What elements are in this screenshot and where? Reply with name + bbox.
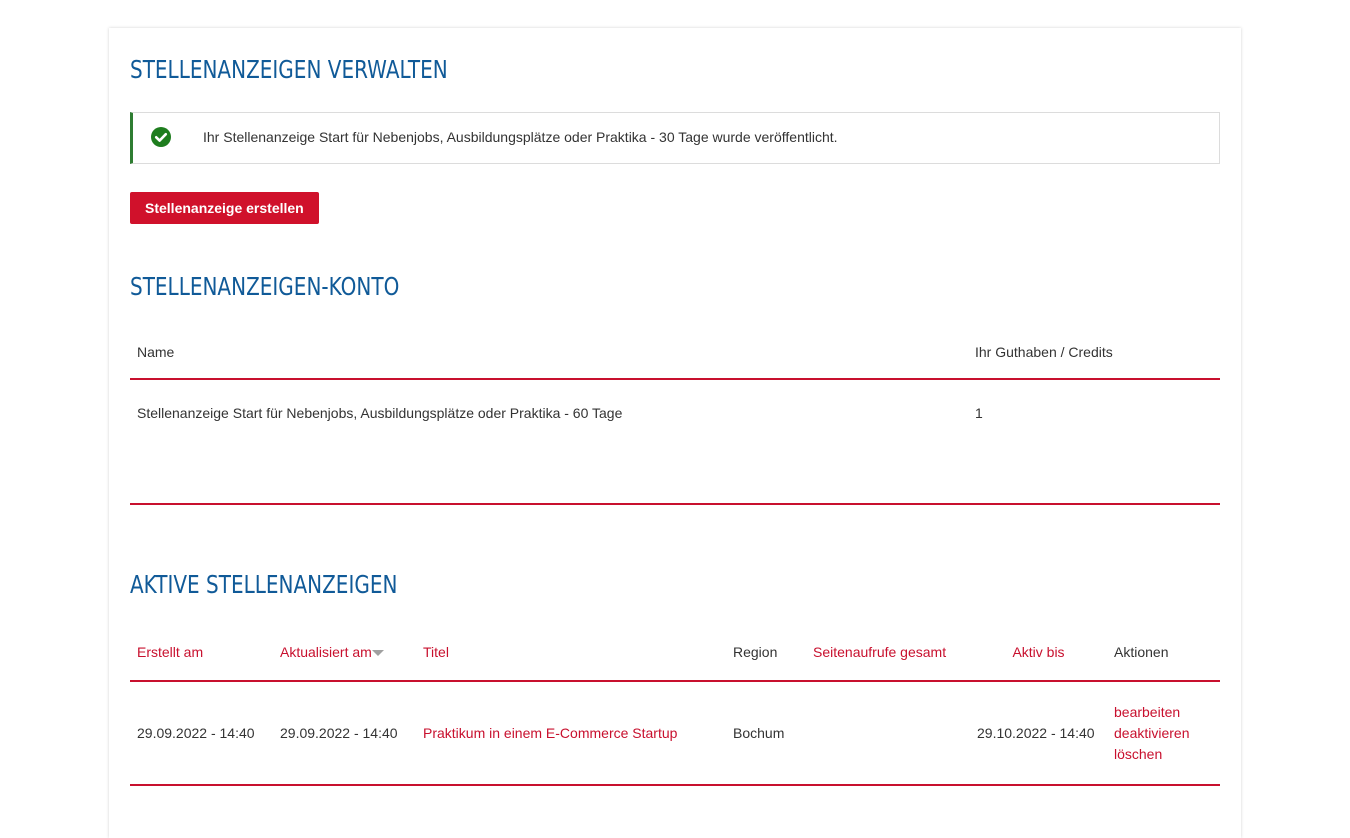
- column-header-name: Name: [130, 338, 968, 380]
- table-header-row: Name Ihr Guthaben / Credits: [130, 338, 1220, 380]
- account-item-credits: 1: [968, 379, 1220, 505]
- column-header-active-until-label: Aktiv bis: [1012, 644, 1065, 660]
- column-header-actions: Aktionen: [1107, 636, 1220, 682]
- page-title: STELLENANZEIGEN VERWALTEN: [130, 55, 448, 84]
- check-circle-icon: [151, 127, 171, 147]
- table-row: Stellenanzeige Start für Nebenjobs, Ausb…: [130, 379, 1220, 505]
- delete-link[interactable]: löschen: [1114, 744, 1213, 765]
- column-header-title[interactable]: Titel: [416, 636, 726, 682]
- active-ads-heading: AKTIVE STELLENANZEIGEN: [130, 570, 398, 599]
- column-header-created-label: Erstellt am: [137, 644, 204, 660]
- column-header-credits: Ihr Guthaben / Credits: [968, 338, 1220, 380]
- cell-updated: 29.09.2022 - 14:40: [273, 681, 416, 786]
- column-header-actions-label: Aktionen: [1114, 644, 1169, 660]
- column-header-title-label: Titel: [423, 644, 449, 660]
- deactivate-link[interactable]: deaktivieren: [1114, 723, 1213, 744]
- table-row: 29.09.2022 - 14:40 29.09.2022 - 14:40 Pr…: [130, 681, 1220, 786]
- column-header-region-label: Region: [733, 644, 778, 660]
- account-item-name: Stellenanzeige Start für Nebenjobs, Ausb…: [130, 379, 968, 505]
- cell-title: Praktikum in einem E-Commerce Startup: [416, 681, 726, 786]
- active-ads-table: Erstellt am Aktualisiert am Titel Region…: [130, 636, 1220, 786]
- cell-region: Bochum: [726, 681, 806, 786]
- column-header-active-until[interactable]: Aktiv bis: [970, 636, 1107, 682]
- alert-message: Ihr Stellenanzeige Start für Nebenjobs, …: [203, 129, 838, 145]
- account-table: Name Ihr Guthaben / Credits Stellenanzei…: [130, 338, 1220, 505]
- edit-link[interactable]: bearbeiten: [1114, 702, 1213, 723]
- success-alert: Ihr Stellenanzeige Start für Nebenjobs, …: [130, 112, 1220, 164]
- content-card: STELLENANZEIGEN VERWALTEN Ihr Stellenanz…: [109, 28, 1241, 838]
- cell-actions: bearbeiten deaktivieren löschen: [1107, 681, 1220, 786]
- column-header-views[interactable]: Seitenaufrufe gesamt: [806, 636, 970, 682]
- account-heading: STELLENANZEIGEN-KONTO: [130, 272, 400, 301]
- job-title-link[interactable]: Praktikum in einem E-Commerce Startup: [423, 725, 677, 741]
- column-header-updated-label: Aktualisiert am: [280, 644, 372, 660]
- column-header-created[interactable]: Erstellt am: [130, 636, 273, 682]
- column-header-updated[interactable]: Aktualisiert am: [273, 636, 416, 682]
- sort-desc-icon: [371, 650, 384, 657]
- cell-views: [806, 681, 970, 786]
- cell-created: 29.09.2022 - 14:40: [130, 681, 273, 786]
- cell-active-until: 29.10.2022 - 14:40: [970, 681, 1107, 786]
- create-job-ad-button[interactable]: Stellenanzeige erstellen: [130, 192, 319, 224]
- column-header-views-label: Seitenaufrufe gesamt: [813, 644, 947, 660]
- table-header-row: Erstellt am Aktualisiert am Titel Region…: [130, 636, 1220, 682]
- column-header-region: Region: [726, 636, 806, 682]
